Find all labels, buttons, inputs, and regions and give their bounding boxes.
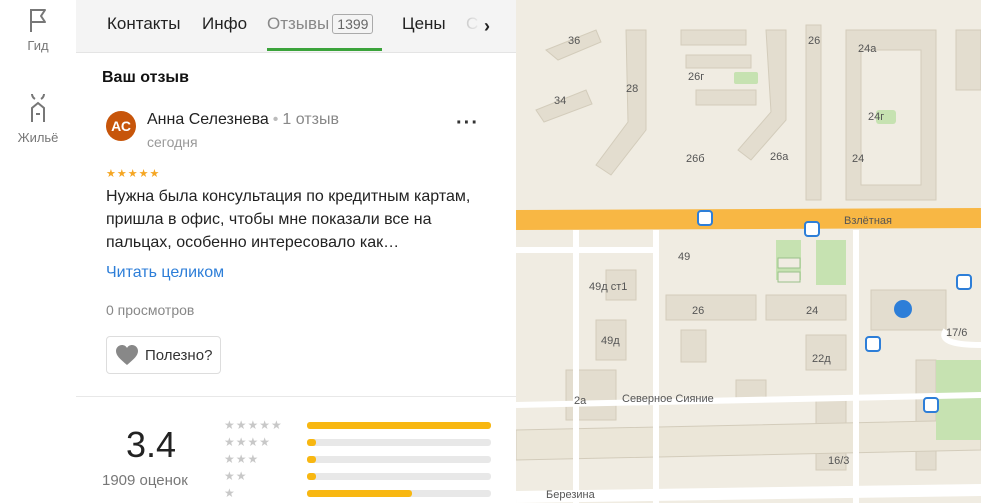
- map-label: 49д: [601, 335, 620, 347]
- map-label: 24г: [868, 111, 884, 123]
- map-canvas[interactable]: 36 26 24а 26г 28 34 24г 26б 26а 24 Взлётная 49 49д с…: [516, 0, 981, 503]
- review-date: сегодня: [147, 134, 198, 150]
- section-title: Ваш отзыв: [102, 69, 189, 86]
- heart-icon: [116, 345, 138, 365]
- rating-row-fill: [307, 473, 317, 480]
- rating-row-bar: [307, 439, 491, 446]
- org-panel: Контакты Инфо Отзывы1399 Цены С › Ваш от…: [76, 0, 517, 503]
- map-minor-roads: [516, 230, 981, 503]
- rating-row-fill: [307, 490, 412, 497]
- rating-row-stars: ★★★★: [224, 435, 272, 449]
- map-label: Взлётная: [844, 215, 892, 227]
- tab-reviews-label: Отзывы: [267, 14, 330, 33]
- rating-row-stars: ★: [224, 486, 236, 500]
- rating-row-stars: ★★★: [224, 452, 260, 466]
- rating-row-fill: [307, 422, 491, 429]
- useful-button[interactable]: Полезно?: [106, 336, 222, 374]
- rail-housing-label: Жильё: [17, 130, 59, 145]
- rating-row-stars: ★★: [224, 469, 248, 483]
- rating-count: 1909 оценок: [102, 472, 188, 489]
- housing-icon: [31, 94, 45, 122]
- tab-prices[interactable]: Цены: [402, 14, 446, 34]
- divider: [76, 396, 516, 397]
- map-label: 26г: [688, 71, 704, 83]
- rating-row-stars: ★★★★★: [224, 418, 283, 432]
- map-label: 24: [852, 153, 864, 165]
- tab-bar: Контакты Инфо Отзывы1399 Цены С ›: [76, 0, 516, 53]
- more-options-icon[interactable]: ···: [456, 112, 479, 135]
- map-label: 26б: [686, 153, 705, 165]
- author-review-count: 1 отзыв: [282, 111, 339, 128]
- map-label: Северное Сияние: [622, 393, 714, 405]
- review-author[interactable]: Анна Селезнева: [147, 111, 269, 128]
- flag-icon: [30, 9, 46, 32]
- map-label: 34: [554, 95, 566, 107]
- map-main-road: [516, 208, 981, 230]
- rail-housing[interactable]: Жильё: [0, 94, 76, 145]
- rating-row-fill: [307, 456, 317, 463]
- rating-row-fill: [307, 439, 317, 446]
- rating-value: 3.4: [126, 424, 177, 465]
- map-label: 49д ст1: [589, 281, 627, 293]
- avatar[interactable]: АС: [106, 111, 136, 141]
- map-label: 49: [678, 251, 690, 263]
- map-label: 16/3: [828, 455, 849, 467]
- tab-active-indicator: [267, 48, 382, 51]
- chevron-right-icon[interactable]: ›: [484, 16, 490, 37]
- tab-reviews[interactable]: Отзывы 1399: [267, 14, 374, 34]
- rating-row-bar: [307, 473, 491, 480]
- tab-reviews-count: 1399: [332, 14, 374, 34]
- tab-contacts[interactable]: Контакты: [107, 14, 180, 34]
- map-label: Березина: [546, 489, 596, 501]
- rail-guide[interactable]: Гид: [0, 6, 76, 53]
- map-label: 36: [568, 35, 580, 47]
- rating-row-bar: [307, 422, 491, 429]
- rating-row-bar: [307, 490, 491, 497]
- read-more-link[interactable]: Читать целиком: [106, 264, 224, 282]
- left-rail: Гид Жильё: [0, 0, 77, 503]
- map[interactable]: 36 26 24а 26г 28 34 24г 26б 26а 24 Взлётная 49 49д с…: [516, 0, 981, 503]
- views-count: 0 просмотров: [106, 302, 195, 318]
- map-label: 22д: [812, 353, 831, 365]
- map-label: 26: [808, 35, 820, 47]
- map-label: 24: [806, 305, 818, 317]
- map-label: 24а: [858, 43, 877, 55]
- review-text: Нужна была консультация по кредитным кар…: [106, 188, 471, 251]
- review-author-line: Анна Селезнева • 1 отзыв: [147, 111, 339, 129]
- rating-row-bar: [307, 456, 491, 463]
- map-label: 2а: [574, 395, 587, 407]
- map-label: 26а: [770, 151, 789, 163]
- tab-info[interactable]: Инфо: [202, 14, 247, 34]
- useful-label: Полезно?: [145, 346, 213, 364]
- map-label: 28: [626, 83, 638, 95]
- rail-guide-label: Гид: [27, 38, 49, 53]
- map-label: 26: [692, 305, 704, 317]
- separator-dot: •: [272, 111, 279, 128]
- review-stars: ★★★★★: [106, 168, 161, 180]
- map-label: 17/6: [946, 327, 967, 339]
